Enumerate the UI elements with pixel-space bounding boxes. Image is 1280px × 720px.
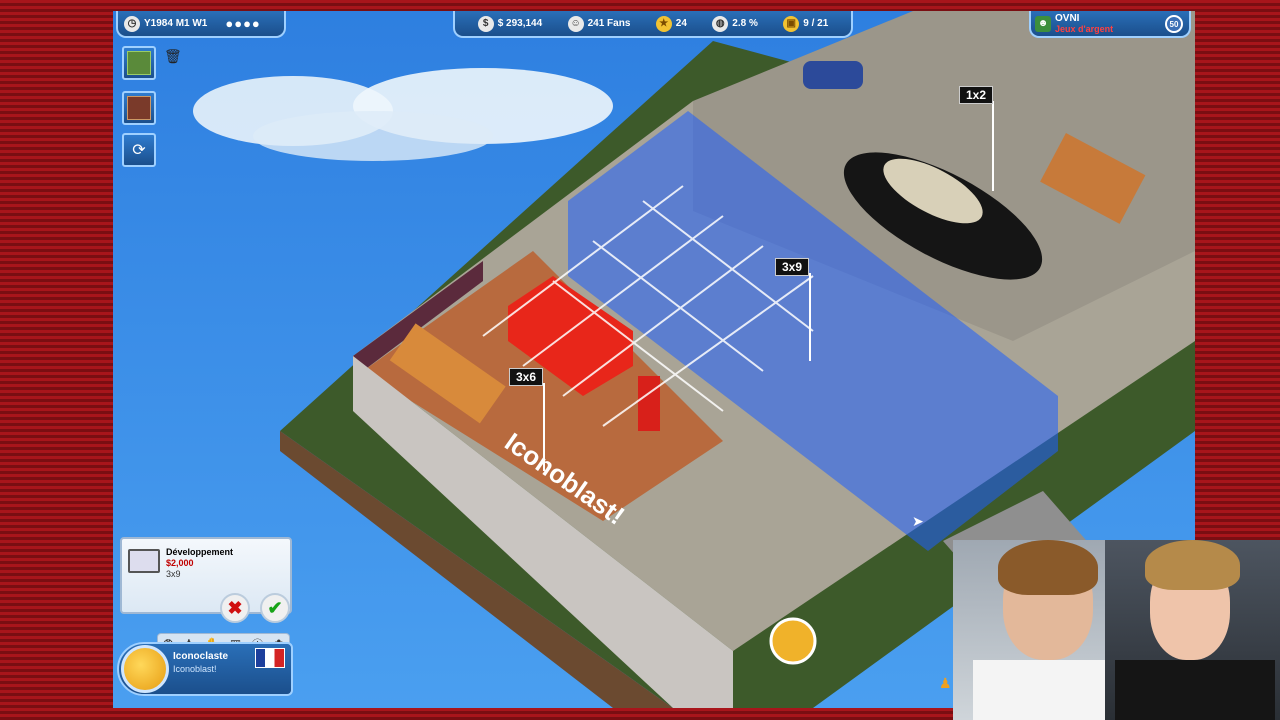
room-price: $2,000 [166, 558, 194, 568]
room-size-label-garage: 1x2 [959, 86, 994, 104]
streamer-hair [1145, 540, 1240, 590]
floor-tile-icon [127, 51, 151, 75]
stars-value: 24 [675, 18, 687, 29]
trash-icon[interactable]: 🗑 [164, 48, 182, 65]
streamer-shirt [1115, 660, 1275, 720]
streamer-shirt [973, 660, 1123, 720]
room-preview-icon [127, 96, 151, 120]
webcam-right [1105, 540, 1280, 720]
money-stat[interactable]: $ $ 293,144 [477, 15, 543, 32]
mouse-cursor-icon: ➤ [912, 513, 924, 529]
speed-indicator[interactable]: ●●●● [225, 16, 260, 31]
company-subtitle: Iconoblast! [173, 664, 217, 674]
cloud [253, 111, 493, 161]
room-size-label-office: 3x6 [509, 368, 544, 386]
build-confirm-panel: Développement $2,000 3x9 ✖ ✔ [120, 537, 292, 623]
furniture-tool-button[interactable] [122, 91, 156, 125]
player-bar[interactable]: ☻ OVNI Jeux d'argent 50 [1029, 11, 1191, 38]
cancel-button[interactable]: ✖ [220, 593, 250, 623]
room-type: Développement [166, 547, 234, 557]
flag-icon [255, 648, 285, 668]
avatar-icon: ☻ [1035, 15, 1051, 32]
wheelbarrow [803, 61, 863, 89]
selected-chair [638, 376, 660, 431]
player-name: OVNI [1055, 12, 1080, 24]
money-value: $ 293,144 [497, 18, 543, 29]
logo-emblem [769, 617, 817, 665]
confirm-button[interactable]: ✔ [260, 593, 290, 623]
streamer-hair [998, 540, 1098, 595]
lock-icon: ▣ [783, 15, 800, 32]
stats-bar: $ $ 293,144 ☺ 241 Fans ★ 24 ◍ 2.8 % ▣ 9 … [453, 11, 853, 38]
employee-icon: ♟ [939, 675, 952, 691]
rotate-icon: ⟳ [132, 142, 146, 159]
money-icon: $ [477, 15, 494, 32]
date-bar[interactable]: ◷ Y1984 M1 W1 ●●●● [116, 11, 286, 38]
fans-value: 241 Fans [587, 18, 631, 29]
company-panel[interactable]: Iconoclaste Iconoblast! [117, 642, 293, 696]
build-tool-button[interactable] [122, 46, 156, 80]
market-stat[interactable]: ◍ 2.8 % [712, 15, 758, 32]
room-size-label-selection: 3x9 [775, 258, 810, 276]
globe-icon: ◍ [712, 15, 729, 32]
level-badge: 50 [1165, 15, 1183, 33]
market-value: 2.8 % [732, 18, 758, 29]
room-size: 3x9 [166, 569, 181, 579]
rotate-button[interactable]: ⟳ [122, 133, 156, 167]
player-status: Jeux d'argent [1055, 23, 1114, 34]
cross-icon: ✖ [227, 597, 243, 618]
computer-icon [128, 549, 160, 573]
employees-stat[interactable]: ▣ 9 / 21 [783, 15, 829, 32]
employees-value: 9 / 21 [803, 18, 829, 29]
star-icon: ★ [655, 15, 672, 32]
fans-icon: ☺ [567, 15, 584, 32]
check-icon: ✔ [267, 597, 283, 618]
clock-icon: ◷ [124, 15, 140, 32]
company-logo [121, 645, 169, 693]
company-name: Iconoclaste [173, 651, 229, 662]
stars-stat[interactable]: ★ 24 [655, 15, 687, 32]
fans-stat[interactable]: ☺ 241 Fans [567, 15, 631, 32]
game-date: Y1984 M1 W1 [144, 18, 208, 29]
